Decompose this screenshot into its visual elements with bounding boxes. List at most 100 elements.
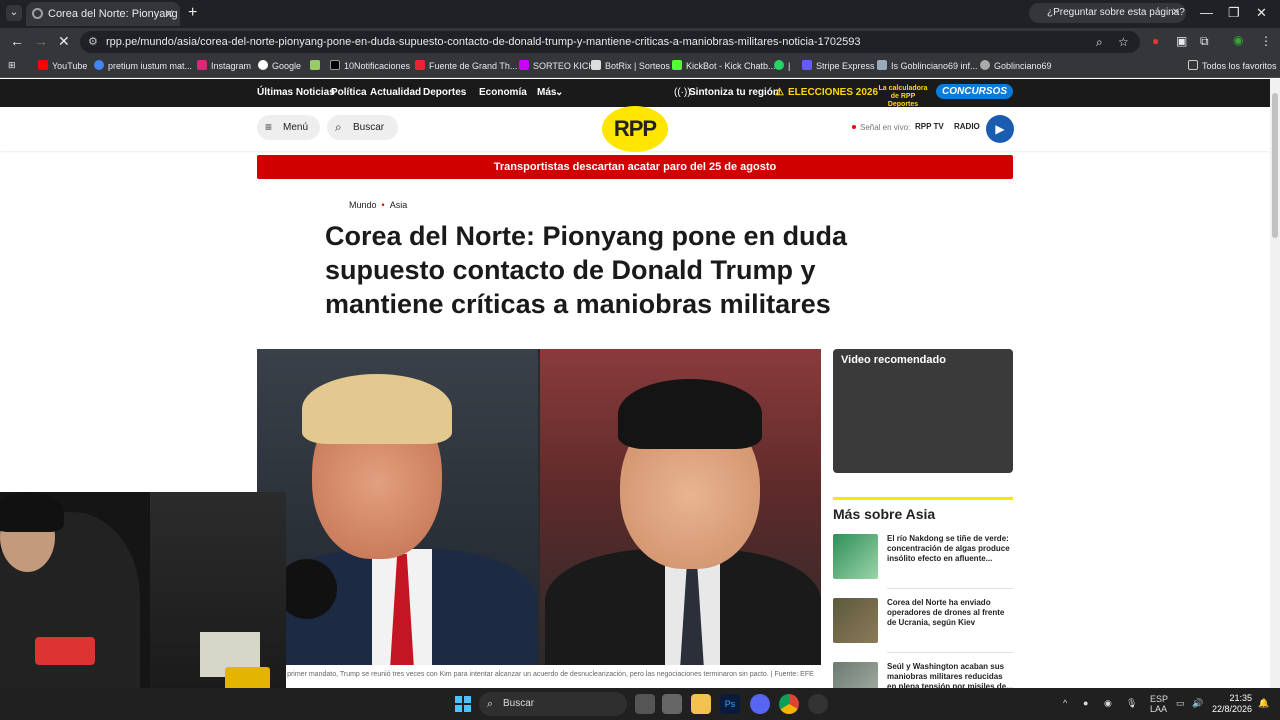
restore-icon[interactable]: ❐	[1228, 5, 1240, 21]
nav-ultimas-noticias[interactable]: Últimas Noticias	[257, 87, 335, 98]
close-tab-icon[interactable]: ✕	[164, 2, 174, 26]
task-view-icon[interactable]	[635, 694, 655, 714]
app-icon[interactable]	[808, 694, 828, 714]
app-icon[interactable]	[662, 694, 682, 714]
related-article[interactable]: El río Nakdong se tiñe de verde: concent…	[833, 534, 1013, 584]
bookmarks-bar: ⊞ YouTube pretium iustum mat... Instagra…	[0, 56, 1280, 78]
bookmark-star-icon[interactable]: ☆	[1118, 35, 1129, 49]
tab-search-dropdown[interactable]: ⌄	[6, 5, 22, 21]
scrollbar-thumb[interactable]	[1272, 93, 1278, 238]
browser-tab-strip: ⌄ Corea del Norte: Pionyang pone en duda…	[0, 0, 1280, 28]
profile-avatar[interactable]: ◉	[1233, 33, 1243, 47]
new-tab-button[interactable]: +	[188, 4, 197, 22]
bookmark-instagram[interactable]: Instagram	[197, 60, 251, 71]
bookmark-favicon-icon	[877, 60, 887, 70]
tray-app-icon[interactable]: ●	[1083, 698, 1088, 708]
microphone-icon[interactable]: 🎙	[1126, 698, 1137, 709]
rpp-tv-link[interactable]: RPP TV	[915, 122, 944, 131]
related-thumbnail	[833, 662, 878, 688]
rpp-logo[interactable]: RPP	[602, 106, 668, 152]
extensions-puzzle-icon[interactable]: ⧉	[1200, 34, 1209, 49]
bookmark-stripe[interactable]: Stripe Express	[802, 60, 875, 71]
nav-actualidad[interactable]: Actualidad	[370, 87, 421, 98]
nav-politica[interactable]: Política	[331, 87, 367, 98]
nav-concursos[interactable]: CONCURSOS	[936, 84, 1014, 99]
nav-mas[interactable]: Más	[537, 87, 556, 98]
bookmark-youtube[interactable]: YouTube	[38, 60, 87, 71]
zoom-icon[interactable]: ⌕	[1096, 35, 1103, 50]
image-caption: ...nte su primer mandato, Trump se reuni…	[260, 671, 814, 678]
stop-loading-icon[interactable]: ✕	[58, 33, 70, 50]
divider	[887, 588, 1013, 589]
minimize-icon[interactable]: —	[1200, 5, 1213, 20]
bookmark-pretium[interactable]: pretium iustum mat...	[94, 60, 192, 71]
nav-sintoniza[interactable]: Sintoniza tu región	[689, 87, 779, 98]
start-windows-icon[interactable]	[455, 696, 471, 712]
recommended-video[interactable]: Video recomendado	[833, 349, 1013, 473]
breadcrumb-mundo[interactable]: Mundo	[349, 200, 377, 210]
botrix-icon	[591, 60, 601, 70]
bookmark-10notificaciones[interactable]: 10Notificaciones	[330, 60, 410, 71]
bookmark-label: Is Goblinciano69 inf...	[891, 61, 978, 71]
apps-grid-icon[interactable]: ⊞	[8, 60, 16, 71]
extension-red-icon[interactable]: ●	[1152, 34, 1159, 48]
tab-title: Corea del Norte: Pionyang pone en duda..…	[48, 8, 180, 20]
bookmark-label: SORTEO KICK	[533, 61, 595, 71]
site-header: ≡ Menú ⌕ Buscar RPP Señal en vivo: RPP T…	[0, 106, 1270, 152]
search-button[interactable]: ⌕ Buscar	[327, 115, 398, 140]
nav-calculadora[interactable]: La calculadora de RPP Deportes	[876, 85, 930, 109]
bookmark-label: Instagram	[211, 61, 252, 71]
bookmark-puzzle[interactable]	[310, 60, 324, 71]
volume-icon[interactable]: 🔊	[1192, 698, 1203, 709]
youtube-icon	[38, 60, 48, 70]
tray-chevron-icon[interactable]: ^	[1063, 698, 1067, 708]
bookmark-grandtheft[interactable]: Fuente de Grand Th...	[415, 60, 517, 71]
bookmark-botrix[interactable]: BotRix | Sorteos	[591, 60, 670, 71]
ask-about-page-button[interactable]: ¿Preguntar sobre esta página? ✕	[1029, 3, 1186, 23]
taskbar-search[interactable]: ⌕ Buscar	[479, 692, 627, 716]
file-explorer-icon[interactable]	[691, 694, 711, 714]
bookmark-goblin-info[interactable]: Is Goblinciano69 inf...	[877, 60, 978, 71]
breaking-news-banner[interactable]: Transportistas descartan acatar paro del…	[257, 155, 1013, 179]
related-article[interactable]: Corea del Norte ha enviado operadores de…	[833, 598, 1013, 648]
bookmark-goblinciano[interactable]: Goblinciano69	[980, 60, 1052, 71]
trump-photo	[257, 349, 538, 665]
bookmark-whatsapp[interactable]: |	[774, 60, 790, 71]
discord-icon[interactable]	[750, 694, 770, 714]
back-icon[interactable]: ←	[10, 33, 24, 49]
bookmark-kickbot[interactable]: KickBot - Kick Chatb...	[672, 60, 776, 71]
menu-button[interactable]: ≡ Menú	[257, 115, 320, 140]
bookmark-sorteo-kick[interactable]: SORTEO KICK	[519, 60, 594, 71]
related-thumbnail	[833, 598, 878, 643]
bookmark-google[interactable]: Google	[258, 60, 301, 71]
browser-menu-icon[interactable]: ⋮	[1260, 34, 1272, 48]
nav-elecciones[interactable]: ELECCIONES 2026	[788, 87, 878, 98]
clock[interactable]: 21:35 22/8/2026	[1212, 693, 1252, 715]
notification-icon[interactable]: 🔔	[1258, 698, 1269, 709]
site-info-icon[interactable]: ⚙	[88, 31, 98, 53]
active-tab[interactable]: Corea del Norte: Pionyang pone en duda..…	[26, 2, 180, 26]
tab-favicon-icon	[32, 8, 43, 19]
related-article[interactable]: Seúl y Washington acaban sus maniobras m…	[833, 662, 1013, 688]
puzzle-icon	[310, 60, 320, 70]
network-icon[interactable]: ▭	[1176, 698, 1185, 709]
extension-icon[interactable]: ▣	[1176, 34, 1187, 48]
language-indicator[interactable]: ESP LAA	[1150, 694, 1168, 714]
close-ask-icon[interactable]: ✕	[1172, 3, 1180, 23]
play-radio-button[interactable]: ▶	[986, 115, 1014, 143]
all-favorites[interactable]: Todos los favoritos	[1188, 60, 1277, 71]
more-about-asia-title: Más sobre Asia	[833, 506, 936, 522]
omnibox[interactable]: ⚙ rpp.pe/mundo/asia/corea-del-norte-pion…	[80, 31, 1140, 53]
nav-economia[interactable]: Economía	[479, 87, 527, 98]
page-scrollbar[interactable]	[1270, 79, 1280, 688]
forward-icon[interactable]: →	[34, 33, 48, 49]
nav-deportes[interactable]: Deportes	[423, 87, 466, 98]
date: 22/8/2026	[1212, 704, 1253, 714]
photoshop-icon[interactable]: Ps	[720, 694, 740, 714]
chrome-icon[interactable]	[779, 694, 799, 714]
tray-app-icon[interactable]: ◉	[1104, 698, 1112, 709]
radio-link[interactable]: RADIO	[954, 122, 980, 131]
bookmark-label: Goblinciano69	[994, 61, 1052, 71]
breadcrumb-asia[interactable]: Asia	[390, 200, 408, 210]
close-window-icon[interactable]: ✕	[1256, 5, 1267, 21]
